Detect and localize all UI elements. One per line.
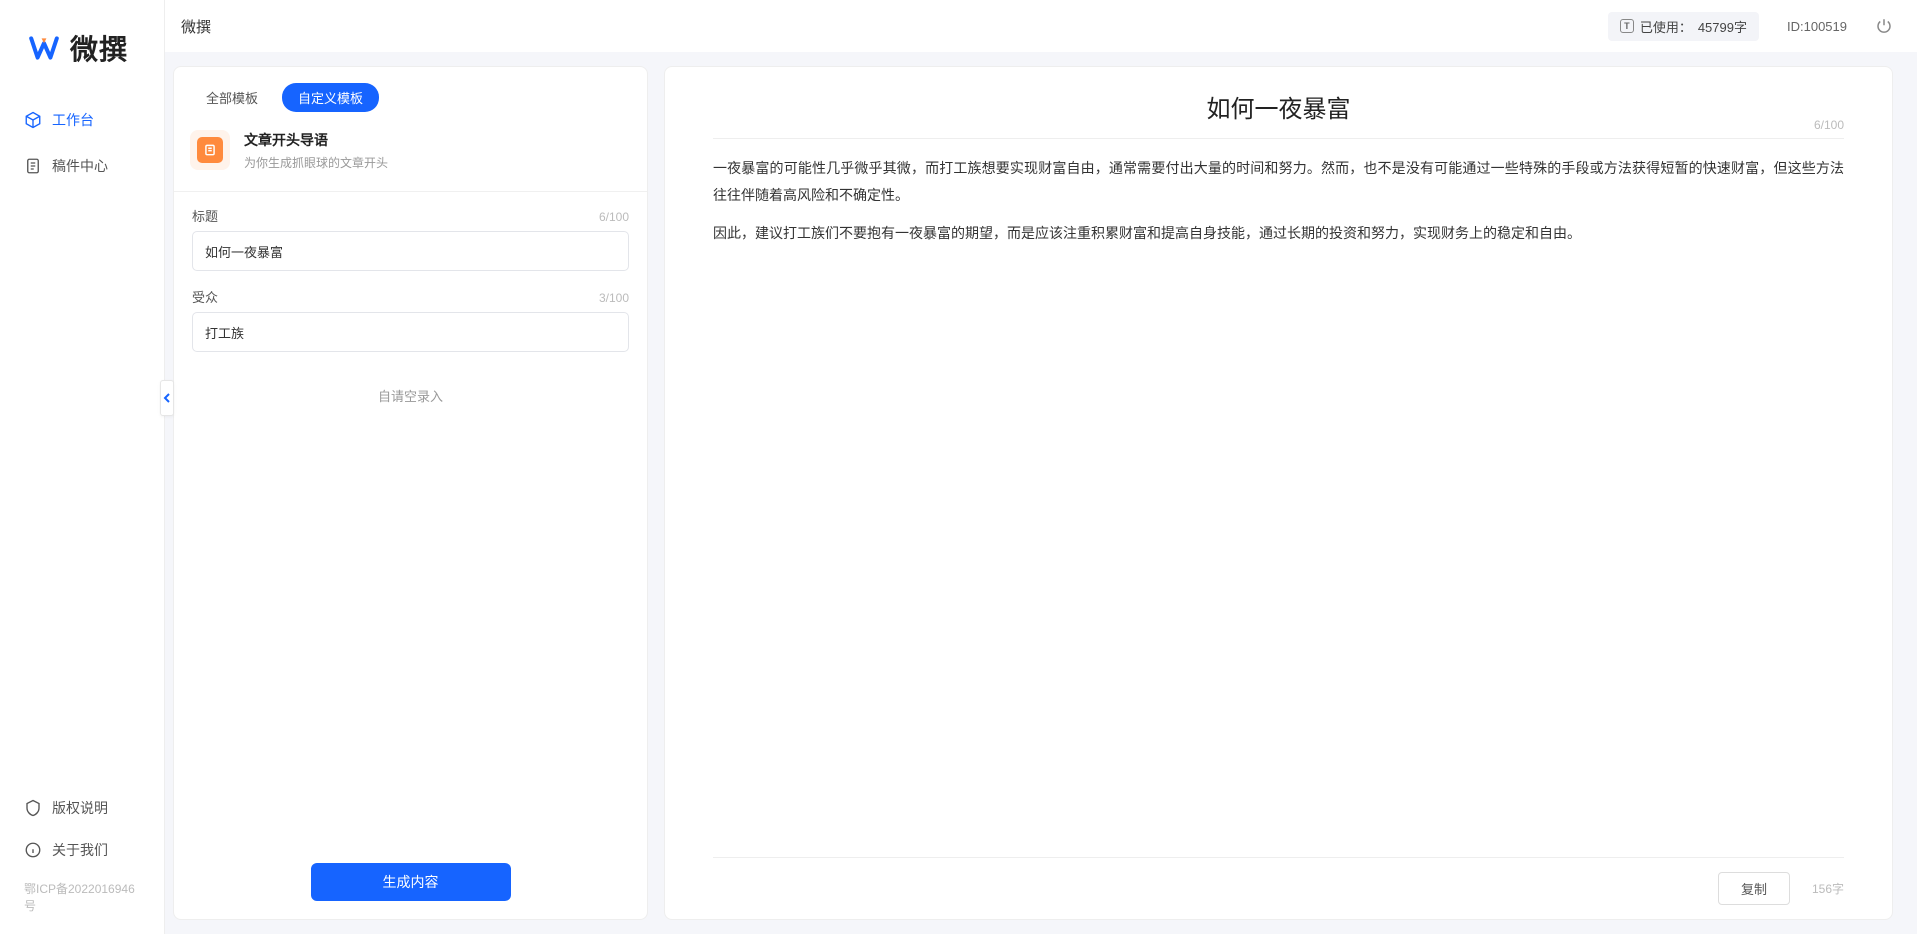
sidebar: 微撰 工作台 稿件中心 版权说明 <box>0 0 165 934</box>
tab-label: 自定义模板 <box>298 91 363 106</box>
nav-item-about[interactable]: 关于我们 <box>12 830 152 870</box>
output-char-count: 156字 <box>1812 880 1844 897</box>
cube-icon <box>24 111 42 129</box>
nav-item-label: 关于我们 <box>52 840 108 860</box>
user-id: ID:100519 <box>1787 19 1847 34</box>
field-count: 3/100 <box>599 291 629 305</box>
form: 标题 6/100 受众 3/100 自请空录入 <box>174 206 647 845</box>
field-title: 标题 6/100 <box>192 206 629 271</box>
nav: 工作台 稿件中心 <box>0 100 164 788</box>
template-desc: 为你生成抓眼球的文章开头 <box>244 154 388 171</box>
field-label: 受众 <box>192 287 218 306</box>
main: 微撰 T 已使用： 45799字 ID:100519 全部模板 <box>165 0 1917 934</box>
text-icon: T <box>1620 19 1634 33</box>
output-title-row: 如何一夜暴富 6/100 <box>713 89 1844 139</box>
collapse-sidebar-button[interactable] <box>160 380 174 416</box>
nav-item-drafts[interactable]: 稿件中心 <box>12 146 152 186</box>
tab-custom-templates[interactable]: 自定义模板 <box>282 83 379 112</box>
divider <box>174 191 647 192</box>
topbar-right: T 已使用： 45799字 ID:100519 <box>1608 12 1893 41</box>
nav-item-label: 工作台 <box>52 110 94 130</box>
extra-input-hint[interactable]: 自请空录入 <box>192 368 629 423</box>
icp-text: 鄂ICP备2022016946号 <box>12 872 152 914</box>
output-title: 如何一夜暴富 <box>713 89 1844 124</box>
tab-label: 全部模板 <box>206 91 258 106</box>
power-icon[interactable] <box>1875 17 1893 35</box>
nav-item-label: 稿件中心 <box>52 156 108 176</box>
field-audience: 受众 3/100 <box>192 287 629 352</box>
output-footer: 复制 156字 <box>713 857 1844 919</box>
template-icon <box>190 130 230 170</box>
info-icon <box>24 841 42 859</box>
topbar: 微撰 T 已使用： 45799字 ID:100519 <box>165 0 1917 52</box>
field-label: 标题 <box>192 206 218 225</box>
copy-button[interactable]: 复制 <box>1718 872 1790 905</box>
sidebar-bottom: 版权说明 关于我们 鄂ICP备2022016946号 <box>0 788 164 934</box>
chevron-left-icon <box>163 392 171 404</box>
shield-icon <box>24 799 42 817</box>
document-icon <box>203 143 217 157</box>
tab-all-templates[interactable]: 全部模板 <box>190 83 274 112</box>
generate-button[interactable]: 生成内容 <box>311 863 511 901</box>
tabs: 全部模板 自定义模板 <box>174 67 647 122</box>
output-body[interactable]: 一夜暴富的可能性几乎微乎其微，而打工族想要实现财富自由，通常需要付出大量的时间和… <box>713 155 1844 259</box>
output-paragraph: 一夜暴富的可能性几乎微乎其微，而打工族想要实现财富自由，通常需要付出大量的时间和… <box>713 155 1844 208</box>
logo: 微撰 <box>0 0 164 100</box>
template-title: 文章开头导语 <box>244 130 388 150</box>
usage-label: 已使用： <box>1640 17 1692 36</box>
field-count: 6/100 <box>599 210 629 224</box>
output-panel: 如何一夜暴富 6/100 一夜暴富的可能性几乎微乎其微，而打工族想要实现财富自由… <box>664 66 1893 920</box>
page-title: 微撰 <box>181 16 211 37</box>
usage-value: 45799字 <box>1698 17 1747 36</box>
id-label: ID: <box>1787 19 1804 34</box>
nav-item-workspace[interactable]: 工作台 <box>12 100 152 140</box>
doc-icon <box>24 157 42 175</box>
logo-text: 微撰 <box>70 28 128 68</box>
nav-item-label: 版权说明 <box>52 798 108 818</box>
logo-icon <box>28 32 60 64</box>
id-value: 100519 <box>1804 19 1847 34</box>
template-panel: 全部模板 自定义模板 文章开头导语 为你生成抓眼球的文章开头 <box>173 66 648 920</box>
audience-input[interactable] <box>192 312 629 352</box>
title-input[interactable] <box>192 231 629 271</box>
output-title-count: 6/100 <box>1814 118 1844 132</box>
template-meta: 文章开头导语 为你生成抓眼球的文章开头 <box>244 130 388 171</box>
generate-wrap: 生成内容 <box>174 845 647 919</box>
template-header: 文章开头导语 为你生成抓眼球的文章开头 <box>174 122 647 191</box>
usage-chip[interactable]: T 已使用： 45799字 <box>1608 12 1759 41</box>
output-area: 如何一夜暴富 6/100 一夜暴富的可能性几乎微乎其微，而打工族想要实现财富自由… <box>665 67 1892 919</box>
nav-item-copyright[interactable]: 版权说明 <box>12 788 152 828</box>
output-paragraph: 因此，建议打工族们不要抱有一夜暴富的期望，而是应该注重积累财富和提高自身技能，通… <box>713 220 1844 247</box>
workspace: 全部模板 自定义模板 文章开头导语 为你生成抓眼球的文章开头 <box>165 52 1917 934</box>
